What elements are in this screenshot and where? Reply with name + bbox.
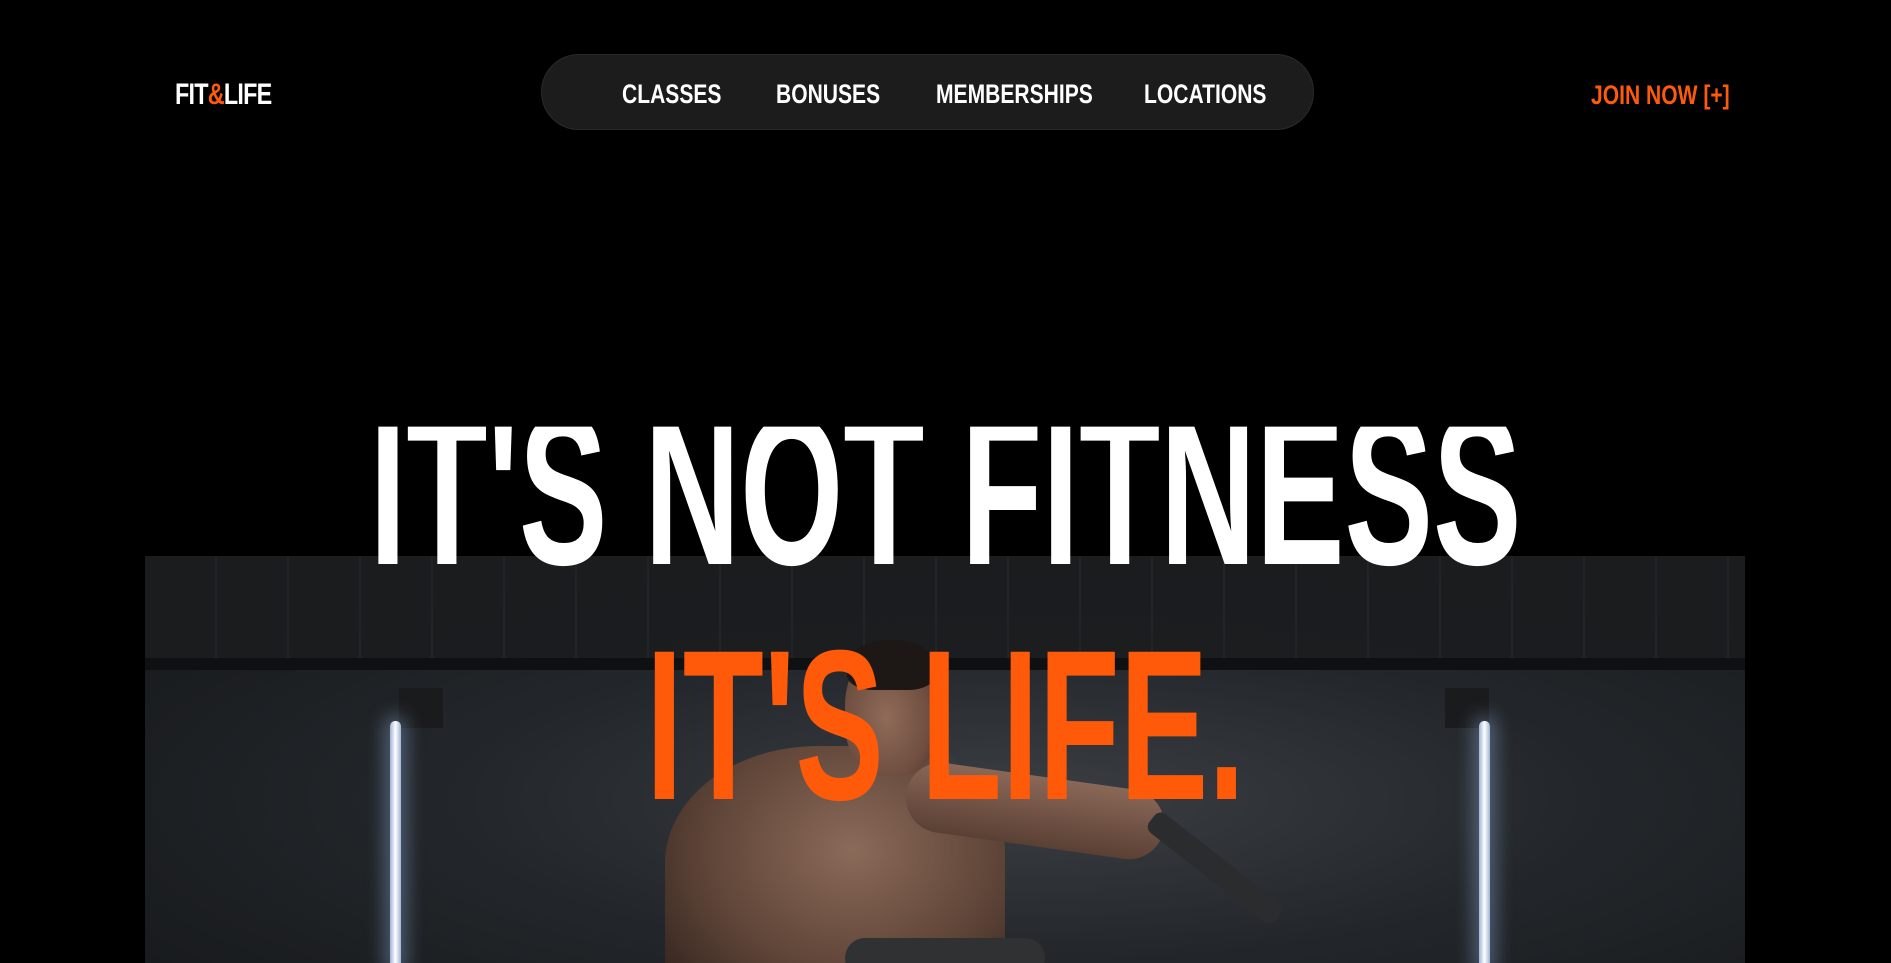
logo-ampersand: & <box>207 78 225 111</box>
logo-text-life: LIFE <box>223 78 272 111</box>
brand-logo[interactable]: FIT&LIFE <box>175 78 272 112</box>
nav-item-locations[interactable]: LOCATIONS <box>1144 79 1266 110</box>
nav-item-classes[interactable]: CLASSES <box>622 79 721 110</box>
bike-console <box>845 938 1045 963</box>
hero-headline-primary: IT'S NOT FITNESS <box>369 391 1522 588</box>
hero-headline-accent: IT'S LIFE. <box>645 605 1246 845</box>
nav-item-bonuses[interactable]: BONUSES <box>776 79 880 110</box>
main-nav: CLASSES BONUSES MEMBERSHIPS LOCATIONS <box>541 54 1314 130</box>
join-now-button[interactable]: JOIN NOW [+] <box>1591 80 1730 111</box>
nav-item-memberships[interactable]: MEMBERSHIPS <box>936 79 1093 110</box>
logo-text-fit: FIT <box>175 78 209 111</box>
